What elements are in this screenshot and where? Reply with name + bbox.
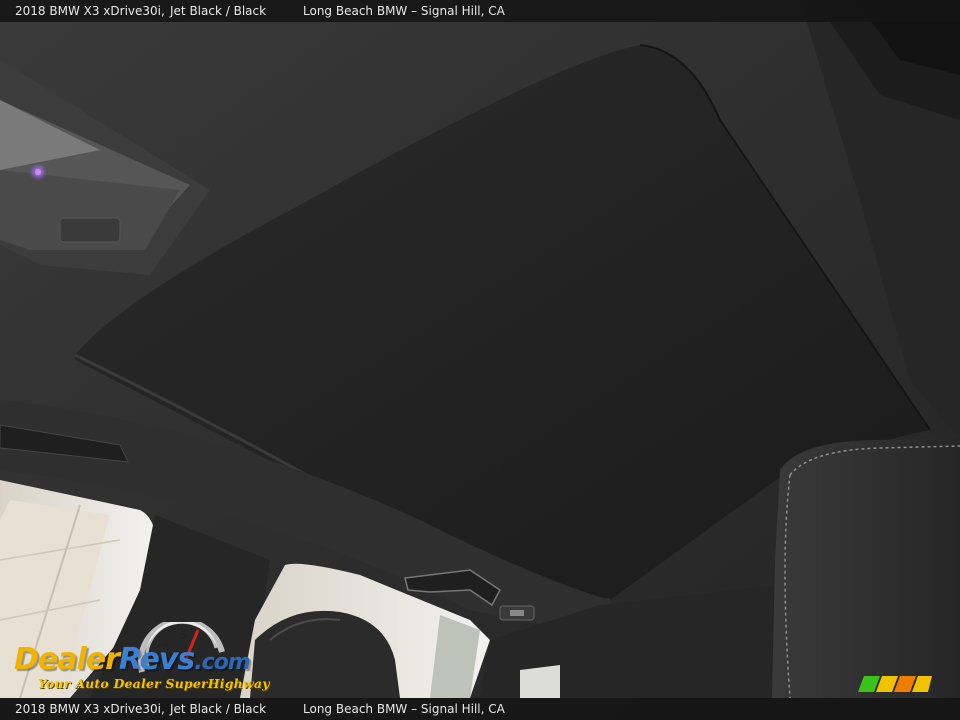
dealer-location-label: Long Beach BMW – Signal Hill, CA (303, 4, 505, 18)
watermark-slogan: Your Auto Dealer SuperHighway (38, 676, 270, 691)
vehicle-model-label: 2018 BMW X3 xDrive30i, (15, 702, 165, 716)
wordmark-dealer: Dealer (14, 642, 120, 677)
wordmark-revs: Revs (118, 642, 195, 677)
wordmark-tld: .com (194, 650, 250, 675)
svg-text:5: 5 (180, 629, 187, 642)
vehicle-color-label: Jet Black / Black (170, 4, 267, 18)
dealer-location-label: Long Beach BMW – Signal Hill, CA (303, 702, 505, 716)
dealerrevs-watermark-logo: 4 5 6 DealerRevs.com Your Auto Dealer Su… (12, 622, 269, 694)
car-interior-photo (0, 0, 960, 720)
color-stripes-badge (858, 676, 932, 692)
vehicle-color-label: Jet Black / Black (170, 702, 267, 716)
svg-text:6: 6 (198, 629, 205, 642)
caption-bar-top: 2018 BMW X3 xDrive30i, Jet Black / Black… (0, 0, 960, 22)
dealerrevs-wordmark: DealerRevs.com (14, 642, 251, 677)
caption-bar-bottom: 2018 BMW X3 xDrive30i, Jet Black / Black… (0, 698, 960, 720)
photo-stage: 2018 BMW X3 xDrive30i, Jet Black / Black… (0, 0, 960, 720)
vehicle-model-label: 2018 BMW X3 xDrive30i, (15, 4, 165, 18)
